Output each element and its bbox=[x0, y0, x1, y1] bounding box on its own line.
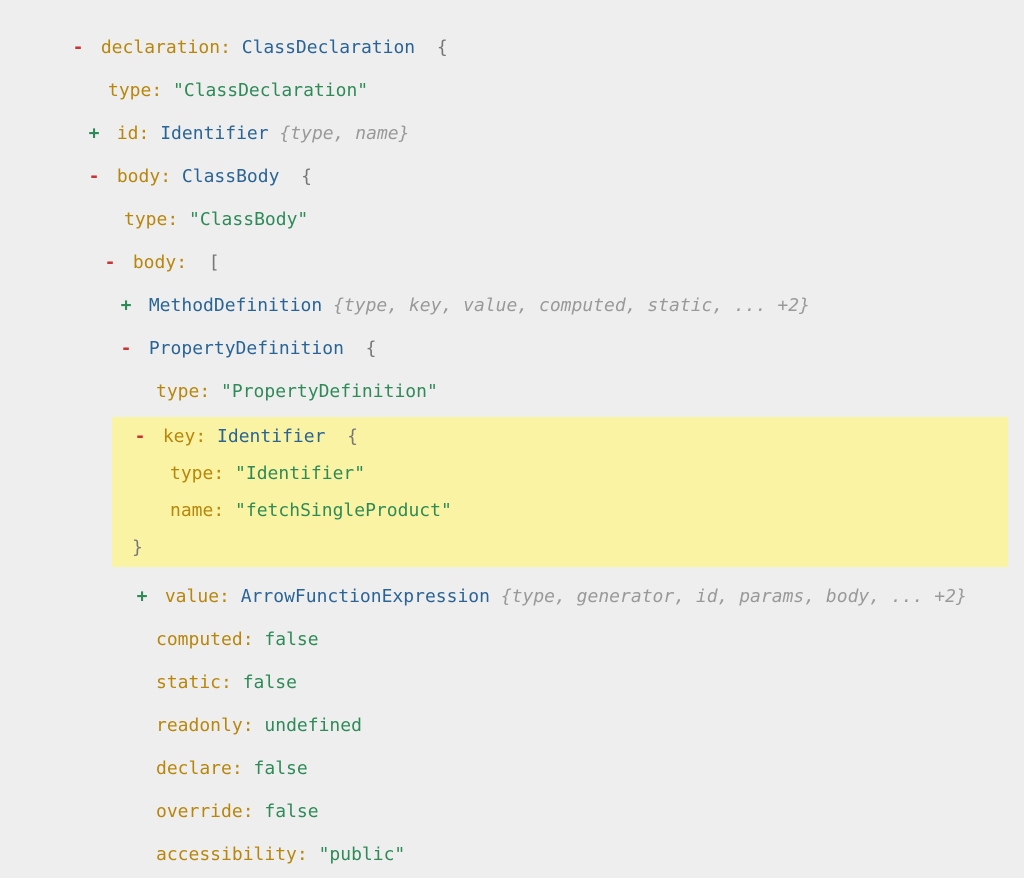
prop-key: name bbox=[170, 500, 213, 521]
prop-accessibility: accessibility: "public" bbox=[118, 841, 1024, 868]
type-name: PropertyDefinition bbox=[149, 338, 344, 359]
prop-key: body bbox=[117, 166, 160, 187]
node-body[interactable]: - body: ClassBody { type: "ClassBody" - … bbox=[70, 163, 1024, 868]
brace-open: { bbox=[437, 37, 448, 58]
collapse-icon[interactable]: - bbox=[132, 423, 148, 450]
brace-open: { bbox=[301, 166, 312, 187]
prop-key: declare bbox=[156, 758, 232, 779]
type-name: Identifier bbox=[160, 123, 268, 144]
prop-value: "PropertyDefinition" bbox=[221, 381, 438, 402]
prop-key: computed bbox=[156, 629, 243, 650]
prop-value: false bbox=[264, 629, 318, 650]
prop-name: name: "fetchSingleProduct" bbox=[132, 497, 1002, 524]
prop-type: type: "PropertyDefinition" bbox=[118, 378, 1024, 405]
type-name: Identifier bbox=[217, 426, 325, 447]
prop-key: type bbox=[170, 463, 213, 484]
prop-key: declaration bbox=[101, 37, 220, 58]
ast-tree: - declaration: ClassDeclaration { type: … bbox=[0, 0, 1024, 878]
prop-value: false bbox=[264, 801, 318, 822]
prop-type: type: "Identifier" bbox=[132, 460, 1002, 487]
prop-value: "public" bbox=[319, 844, 406, 865]
node-property-definition[interactable]: - PropertyDefinition { type: "PropertyDe… bbox=[102, 335, 1024, 868]
prop-value: "fetchSingleProduct" bbox=[235, 500, 452, 521]
prop-value: undefined bbox=[264, 715, 362, 736]
brace-close: } bbox=[132, 537, 143, 558]
type-name: ClassBody bbox=[182, 166, 280, 187]
prop-value: false bbox=[254, 758, 308, 779]
node-body-array[interactable]: - body: [ + MethodDefinition {type, key,… bbox=[86, 249, 1024, 868]
prop-readonly: readonly: undefined bbox=[118, 712, 1024, 739]
prop-key: id bbox=[117, 123, 139, 144]
prop-key: override bbox=[156, 801, 243, 822]
prop-declare: declare: false bbox=[118, 755, 1024, 782]
prop-key: type bbox=[156, 381, 199, 402]
collapse-icon[interactable]: - bbox=[102, 249, 118, 276]
collapse-icon[interactable]: - bbox=[118, 335, 134, 362]
prop-key: static bbox=[156, 672, 221, 693]
type-name: ArrowFunctionExpression bbox=[241, 586, 490, 607]
type-name: ClassDeclaration bbox=[242, 37, 415, 58]
prop-key: body bbox=[133, 252, 176, 273]
node-key[interactable]: - key: Identifier { type: "Identifier" n… bbox=[132, 423, 1002, 524]
prop-computed: computed: false bbox=[118, 626, 1024, 653]
expand-icon[interactable]: + bbox=[134, 583, 150, 610]
prop-value: "ClassBody" bbox=[189, 209, 308, 230]
prop-key: type bbox=[124, 209, 167, 230]
collapse-icon[interactable]: - bbox=[70, 34, 86, 61]
expand-icon[interactable]: + bbox=[118, 292, 134, 319]
prop-type: type: "ClassDeclaration" bbox=[70, 77, 1024, 104]
prop-value: "Identifier" bbox=[235, 463, 365, 484]
type-name: MethodDefinition bbox=[149, 295, 322, 316]
collapsed-summary: {type, generator, id, params, body, ... … bbox=[501, 586, 967, 607]
prop-type: type: "ClassBody" bbox=[86, 206, 1024, 233]
brace-open: { bbox=[347, 426, 358, 447]
prop-key: key bbox=[163, 426, 196, 447]
collapsed-summary: {type, key, value, computed, static, ...… bbox=[333, 295, 810, 316]
prop-key: value bbox=[165, 586, 219, 607]
node-value[interactable]: + value: ArrowFunctionExpression {type, … bbox=[118, 583, 1024, 610]
prop-value: "ClassDeclaration" bbox=[173, 80, 368, 101]
node-method-definition[interactable]: + MethodDefinition {type, key, value, co… bbox=[102, 292, 1024, 319]
prop-override: override: false bbox=[118, 798, 1024, 825]
bracket-open: [ bbox=[209, 252, 220, 273]
prop-key: type bbox=[108, 80, 151, 101]
prop-static: static: false bbox=[118, 669, 1024, 696]
prop-key: readonly bbox=[156, 715, 243, 736]
prop-value: false bbox=[243, 672, 297, 693]
collapsed-summary: {type, name} bbox=[279, 123, 409, 144]
brace-close-line: } bbox=[132, 534, 1002, 561]
highlighted-node: - key: Identifier { type: "Identifier" n… bbox=[112, 417, 1008, 567]
prop-key: accessibility bbox=[156, 844, 297, 865]
brace-open: { bbox=[366, 338, 377, 359]
node-declaration[interactable]: - declaration: ClassDeclaration { type: … bbox=[0, 34, 1024, 868]
collapse-icon[interactable]: - bbox=[86, 163, 102, 190]
expand-icon[interactable]: + bbox=[86, 120, 102, 147]
node-id[interactable]: + id: Identifier {type, name} bbox=[70, 120, 1024, 147]
